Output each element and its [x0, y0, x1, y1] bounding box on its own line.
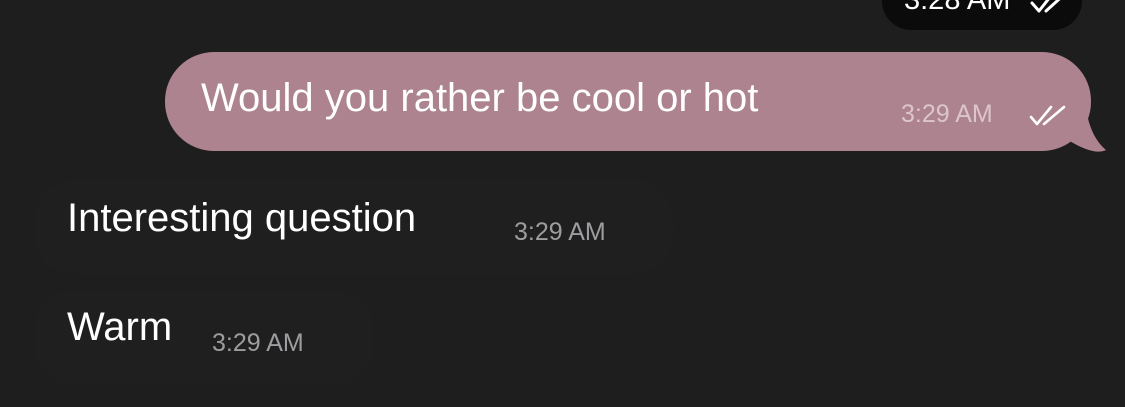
message-text: Interesting question	[67, 196, 417, 240]
double-check-icon	[1030, 0, 1061, 13]
incoming-message-bubble[interactable]: Interesting question 3:29 AM	[34, 180, 674, 274]
double-check-icon	[1029, 105, 1066, 126]
message-text: Would you rather be cool or hot	[201, 76, 759, 120]
message-text: Warm	[67, 305, 173, 349]
timestamp-pill: 3:28 AM	[882, 0, 1082, 30]
message-time: 3:28 AM	[904, 0, 1011, 16]
message-time: 3:29 AM	[901, 100, 993, 128]
outgoing-message-bubble[interactable]: Would you rather be cool or hot 3:29 AM	[165, 52, 1091, 151]
message-time: 3:29 AM	[212, 329, 304, 357]
chat-view: 3:28 AM Would you rather be cool or hot …	[0, 0, 1125, 407]
incoming-message-bubble[interactable]: Warm 3:29 AM	[34, 291, 374, 385]
message-time: 3:29 AM	[514, 218, 606, 246]
